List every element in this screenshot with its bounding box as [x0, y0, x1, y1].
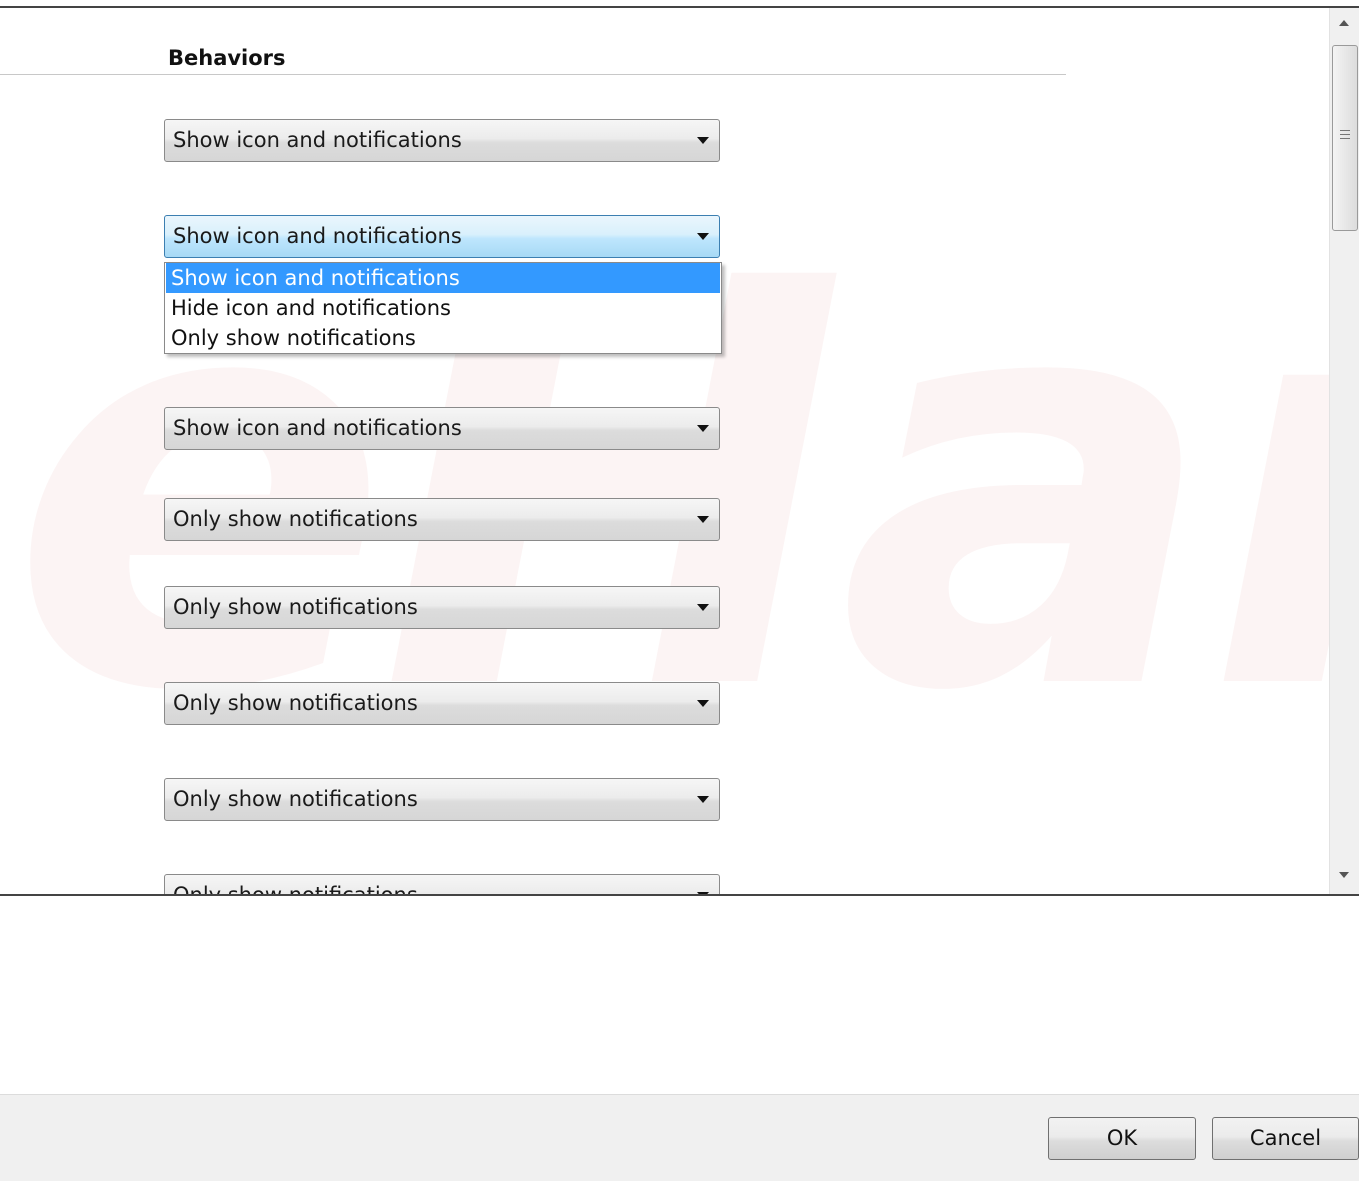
notification-icons-dialog: eHamoo2.ir Behaviors Show icon and notif… [0, 0, 1359, 1181]
behavior-combo-8[interactable]: Only show notifications [164, 874, 720, 895]
scroll-up-arrow-icon[interactable] [1339, 20, 1349, 26]
behavior-combo-value: Only show notifications [173, 787, 418, 811]
behavior-dropdown-list: Show icon and notifications Hide icon an… [164, 262, 722, 354]
dropdown-option-show-icon[interactable]: Show icon and notifications [166, 263, 720, 293]
bottom-divider [0, 894, 1359, 896]
behavior-combo-value: Show icon and notifications [173, 128, 462, 152]
cancel-button[interactable]: Cancel [1212, 1117, 1359, 1160]
behavior-combo-value: Only show notifications [173, 595, 418, 619]
dropdown-option-only-notifications[interactable]: Only show notifications [166, 323, 720, 353]
scrollbar-thumb[interactable] [1332, 45, 1358, 231]
chevron-down-icon [697, 796, 709, 803]
behavior-combo-7[interactable]: Only show notifications [164, 778, 720, 821]
dialog-footer: OK Cancel [0, 1094, 1359, 1181]
vertical-scrollbar[interactable] [1329, 8, 1359, 895]
behavior-combo-2[interactable]: Show icon and notifications [164, 215, 720, 258]
behavior-combo-value: Show icon and notifications [173, 416, 462, 440]
chevron-down-icon [697, 700, 709, 707]
behavior-combo-6[interactable]: Only show notifications [164, 682, 720, 725]
chevron-down-icon [697, 137, 709, 144]
scroll-down-arrow-icon[interactable] [1339, 872, 1349, 878]
dropdown-option-hide-icon[interactable]: Hide icon and notifications [166, 293, 720, 323]
behavior-combo-3[interactable]: Show icon and notifications [164, 407, 720, 450]
behavior-combo-1[interactable]: Show icon and notifications [164, 119, 720, 162]
grip-icon [1340, 130, 1350, 142]
behaviors-scroll-region: eHamoo2.ir Behaviors Show icon and notif… [0, 8, 1359, 895]
chevron-down-icon [697, 604, 709, 611]
chevron-down-icon [697, 233, 709, 240]
behavior-combo-4[interactable]: Only show notifications [164, 498, 720, 541]
behavior-combo-value: Show icon and notifications [173, 224, 462, 248]
behaviors-heading: Behaviors [168, 46, 286, 70]
chevron-down-icon [697, 425, 709, 432]
heading-divider [0, 74, 1066, 75]
behavior-combo-value: Only show notifications [173, 691, 418, 715]
behavior-combo-value: Only show notifications [173, 507, 418, 531]
behavior-combo-5[interactable]: Only show notifications [164, 586, 720, 629]
chevron-down-icon [697, 516, 709, 523]
ok-button[interactable]: OK [1048, 1117, 1196, 1160]
